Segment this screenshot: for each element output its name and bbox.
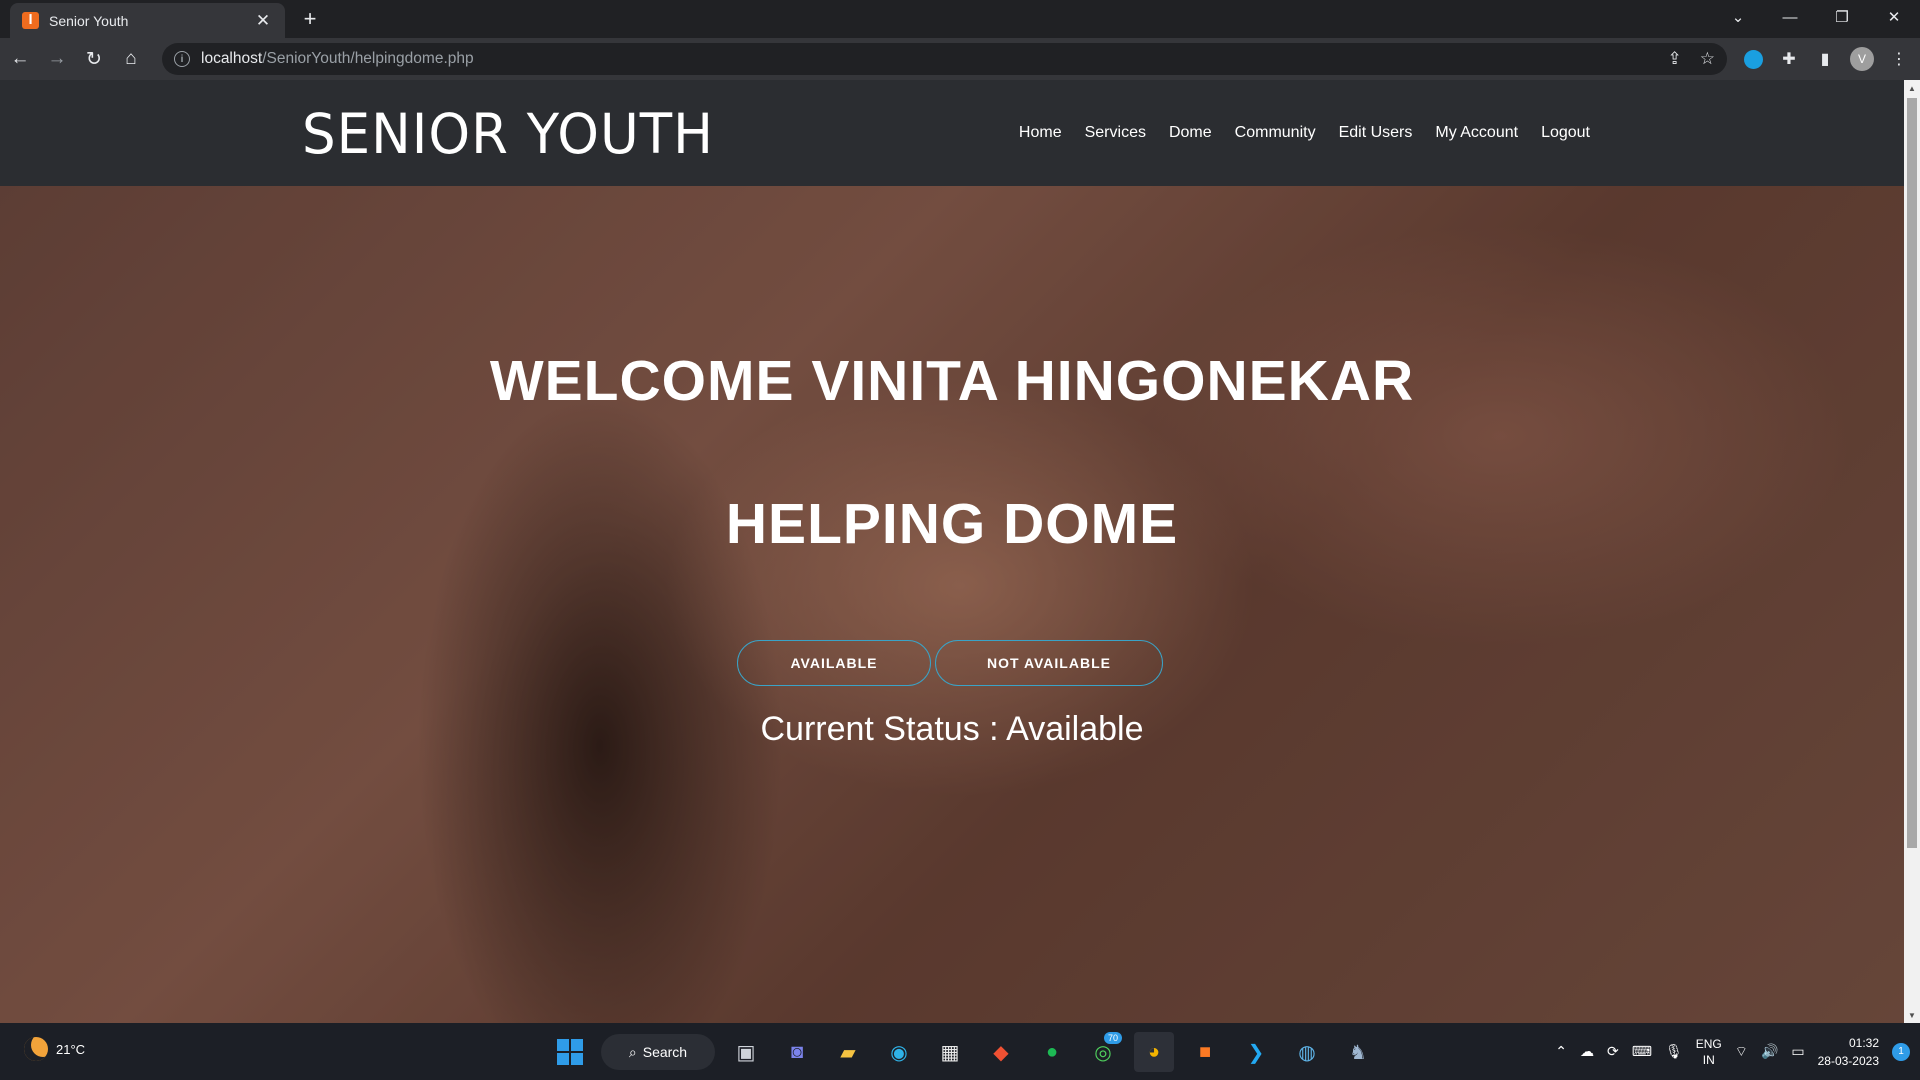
page-viewport: SENIOR YOUTH Home Services Dome Communit… <box>0 80 1904 1023</box>
system-clock[interactable]: 01:32 28-03-2023 <box>1818 1034 1879 1070</box>
sync-icon[interactable]: ⟳ <box>1607 1043 1619 1060</box>
profile-avatar[interactable]: V <box>1850 47 1874 71</box>
whatsapp-icon[interactable]: ◎ 70 <box>1083 1032 1123 1072</box>
wifi-icon[interactable]: ⌔ <box>1735 1043 1748 1061</box>
hero-section: WELCOME VINITA HINGONEKAR HELPING DOME A… <box>0 186 1904 1023</box>
keyboard-icon[interactable]: ⌨ <box>1632 1043 1652 1060</box>
scroll-up-icon[interactable]: ▲ <box>1904 80 1920 96</box>
tab-title: Senior Youth <box>49 12 129 29</box>
site-header: SENIOR YOUTH Home Services Dome Communit… <box>0 80 1904 186</box>
current-status-text: Current Status : Available <box>760 710 1144 748</box>
back-icon[interactable]: ← <box>3 42 37 76</box>
site-brand[interactable]: SENIOR YOUTH <box>302 102 714 166</box>
nav-services[interactable]: Services <box>1085 124 1146 142</box>
file-explorer-icon[interactable]: ▰ <box>828 1032 868 1072</box>
close-tab-icon[interactable]: ✕ <box>253 11 273 31</box>
globe-app-icon[interactable]: ◍ <box>1287 1032 1327 1072</box>
chrome-icon[interactable]: ◕ <box>1134 1032 1174 1072</box>
git-icon[interactable]: ◆ <box>981 1032 1021 1072</box>
microphone-icon[interactable]: 🎙 <box>1665 1043 1683 1060</box>
xampp-taskbar-icon[interactable]: ■ <box>1185 1032 1225 1072</box>
url-host: localhost <box>201 50 263 67</box>
scroll-thumb[interactable] <box>1907 98 1917 848</box>
available-button[interactable]: AVAILABLE <box>737 640 931 686</box>
home-icon[interactable]: ⌂ <box>114 42 148 76</box>
battery-icon[interactable]: ▭ <box>1791 1043 1804 1060</box>
browser-tab[interactable]: ꟾ Senior Youth ✕ <box>10 3 285 38</box>
postgres-icon[interactable]: ♞ <box>1338 1032 1378 1072</box>
vscode-icon[interactable]: ❯ <box>1236 1032 1276 1072</box>
bookmark-star-icon[interactable]: ☆ <box>1700 49 1715 69</box>
share-icon[interactable]: ⇪ <box>1668 49 1682 69</box>
language-indicator[interactable]: ENG IN <box>1696 1036 1722 1068</box>
browser-menu-icon[interactable]: ⋮ <box>1888 48 1910 70</box>
site-nav: Home Services Dome Community Edit Users … <box>1019 124 1590 142</box>
nav-logout[interactable]: Logout <box>1541 124 1590 142</box>
nav-dome[interactable]: Dome <box>1169 124 1212 142</box>
windows-start-icon[interactable] <box>550 1032 590 1072</box>
minimize-icon[interactable]: — <box>1764 0 1816 34</box>
windows-taskbar: 21°C ⌕ Search ▣ ◙ ▰ ◉ ▦ ◆ ● ◎ 70 ◕ ■ ❯ ◍ … <box>0 1023 1920 1080</box>
scroll-down-icon[interactable]: ▼ <box>1904 1007 1920 1023</box>
weather-widget[interactable]: 21°C <box>24 1037 85 1061</box>
not-available-button[interactable]: NOT AVAILABLE <box>935 640 1163 686</box>
spotify-icon[interactable]: ● <box>1032 1032 1072 1072</box>
task-view-icon[interactable]: ▣ <box>726 1032 766 1072</box>
url-path: /SeniorYouth/helpingdome.php <box>262 50 474 67</box>
page-title: HELPING DOME <box>725 492 1179 556</box>
nav-edit-users[interactable]: Edit Users <box>1339 124 1413 142</box>
page-scrollbar[interactable]: ▲ ▼ <box>1904 80 1920 1023</box>
welcome-heading: WELCOME VINITA HINGONEKAR <box>489 349 1415 413</box>
reload-icon[interactable]: ↻ <box>77 42 111 76</box>
clock-date: 28-03-2023 <box>1817 1053 1879 1068</box>
moon-icon <box>24 1037 48 1061</box>
taskbar-apps: ⌕ Search ▣ ◙ ▰ ◉ ▦ ◆ ● ◎ 70 ◕ ■ ❯ ◍ ♞ <box>550 1029 1378 1075</box>
close-window-icon[interactable]: ✕ <box>1868 0 1920 34</box>
nav-my-account[interactable]: My Account <box>1435 124 1518 142</box>
edge-browser-icon[interactable]: ◉ <box>879 1032 919 1072</box>
search-icon: ⌕ <box>628 1043 637 1060</box>
forward-icon[interactable]: → <box>40 42 74 76</box>
browser-toolbar: ← → ↻ ⌂ i localhost/SeniorYouth/helpingd… <box>0 38 1920 80</box>
notification-badge[interactable]: 1 <box>1892 1042 1910 1061</box>
onedrive-icon[interactable]: ☁ <box>1580 1043 1594 1060</box>
availability-buttons: AVAILABLE NOT AVAILABLE <box>737 640 1163 686</box>
window-controls: ⌄ — ❐ ✕ <box>1712 0 1920 34</box>
taskbar-search-button[interactable]: ⌕ Search <box>601 1034 715 1070</box>
microsoft-store-icon[interactable]: ▦ <box>930 1032 970 1072</box>
volume-icon[interactable]: 🔊 <box>1761 1043 1778 1060</box>
nav-home[interactable]: Home <box>1019 124 1062 142</box>
extensions-puzzle-icon[interactable]: ✚ <box>1778 48 1800 70</box>
new-tab-button[interactable]: + <box>297 6 323 32</box>
extension-blue-icon[interactable] <box>1742 48 1764 70</box>
show-hidden-icons-icon[interactable]: ⌃ <box>1555 1043 1567 1060</box>
restore-icon[interactable]: ❐ <box>1816 0 1868 34</box>
nav-community[interactable]: Community <box>1235 124 1316 142</box>
clock-time: 01:32 <box>1848 1035 1879 1050</box>
xampp-icon: ꟾ <box>22 12 39 29</box>
system-tray: ⌃ ☁ ⟳ ⌨ 🎙 ENG IN ⌔ 🔊 ▭ 01:32 28-03-2023 … <box>1555 1023 1910 1080</box>
whatsapp-badge: 70 <box>1103 1032 1122 1044</box>
browser-tab-bar: ꟾ Senior Youth ✕ + ⌄ — ❐ ✕ <box>0 0 1920 38</box>
search-label: Search <box>642 1044 688 1060</box>
tab-search-icon[interactable]: ⌄ <box>1712 0 1764 34</box>
address-bar[interactable]: i localhost/SeniorYouth/helpingdome.php … <box>162 43 1727 75</box>
side-panel-icon[interactable]: ▮ <box>1814 48 1836 70</box>
teams-chat-icon[interactable]: ◙ <box>777 1032 817 1072</box>
site-info-icon[interactable]: i <box>174 51 190 67</box>
temperature: 21°C <box>56 1041 86 1057</box>
